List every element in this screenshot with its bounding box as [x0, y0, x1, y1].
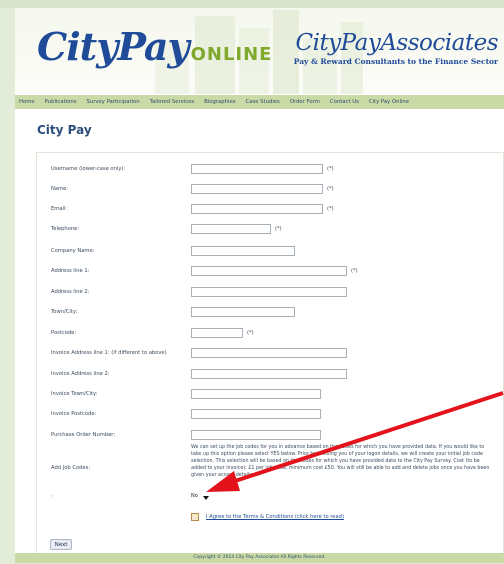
nav-case-studies[interactable]: Case Studies — [241, 99, 285, 105]
invoice-town-city-label: Invoice Town/City: — [51, 391, 98, 397]
invoice-address-line1-label: Invoice Address line 1: (if different to… — [51, 350, 167, 356]
address-required-marker: (*) — [351, 268, 358, 274]
nav-city-pay-online[interactable]: City Pay Online — [364, 99, 414, 105]
header-banner: CityPay ONLINE CityPayAssociates Pay & Re… — [15, 8, 504, 94]
select-label: : — [51, 494, 53, 500]
name-input[interactable] — [191, 184, 323, 194]
browser-top-strip — [0, 0, 504, 8]
username-required-marker: (*) — [327, 166, 334, 172]
job-codes-description: We can set up the job codes for you in a… — [191, 445, 490, 478]
invoice-address-line1-input[interactable] — [191, 348, 347, 358]
telephone-required-marker: (*) — [275, 226, 282, 232]
company-name-label: Company Name: — [51, 248, 95, 254]
address-line1-input[interactable] — [191, 266, 347, 276]
name-required-marker: (*) — [327, 186, 334, 192]
next-button[interactable]: Next — [50, 539, 72, 550]
email-label: Email: — [51, 206, 68, 212]
invoice-town-city-input[interactable] — [191, 389, 321, 399]
add-job-codes-label: Add Job Codes: — [51, 465, 91, 471]
name-label: Name: — [51, 186, 69, 192]
town-city-input[interactable] — [191, 307, 295, 317]
terms-link[interactable]: I Agree to the Terms & Conditions (click… — [206, 514, 344, 520]
postcode-label: Postcode: — [51, 330, 77, 336]
nav-contact-us[interactable]: Contact Us — [325, 99, 364, 105]
associates-tagline: Pay & Reward Consultants to the Finance … — [293, 57, 498, 66]
job-codes-select[interactable]: No — [191, 493, 209, 501]
address-line1-label: Address line 1: — [51, 268, 90, 274]
nav-tailored-services[interactable]: Tailored Services — [145, 99, 200, 105]
email-required-marker: (*) — [327, 206, 334, 212]
footer: Copyright © 2014 City Pay Associates All… — [15, 553, 504, 563]
postcode-input[interactable] — [191, 328, 243, 338]
email-input[interactable] — [191, 204, 323, 214]
nav-order-form[interactable]: Order Form — [285, 99, 325, 105]
invoice-address-line2-label: Invoice Address line 2: — [51, 371, 110, 377]
main-nav: Home Publications Survey Participation T… — [15, 95, 504, 109]
nav-home[interactable]: Home — [15, 99, 40, 105]
invoice-postcode-input[interactable] — [191, 409, 321, 419]
logo-main-text: CityPay — [37, 24, 190, 69]
page-title: City Pay — [37, 123, 92, 137]
terms-checkbox[interactable] — [191, 513, 199, 521]
username-input[interactable] — [191, 164, 323, 174]
job-codes-select-value: No — [191, 493, 198, 499]
telephone-input[interactable] — [191, 224, 271, 234]
address-line2-label: Address line 2: — [51, 289, 90, 295]
nav-biographies[interactable]: Biographies — [199, 99, 240, 105]
town-city-label: Town/City: — [51, 309, 78, 315]
citypay-associates-logo[interactable]: CityPayAssociates Pay & Reward Consultan… — [293, 30, 499, 66]
purchase-order-number-input[interactable] — [191, 430, 321, 440]
invoice-address-line2-input[interactable] — [191, 369, 347, 379]
telephone-label: Telephone: — [51, 226, 80, 232]
citypay-online-logo[interactable]: CityPay ONLINE — [37, 24, 272, 69]
registration-form: Username (lower-case only): (*) Name: (*… — [36, 152, 504, 564]
associates-logo-text: CityPayAssociates — [295, 30, 498, 56]
postcode-required-marker: (*) — [247, 330, 254, 336]
company-name-input[interactable] — [191, 246, 295, 256]
purchase-order-number-label: Purchase Order Number: — [51, 432, 116, 438]
address-line2-input[interactable] — [191, 287, 347, 297]
chevron-down-icon[interactable] — [203, 496, 209, 500]
page-frame: CityPay ONLINE CityPayAssociates Pay & Re… — [15, 8, 504, 564]
invoice-postcode-label: Invoice Postcode: — [51, 411, 97, 417]
nav-publications[interactable]: Publications — [40, 99, 82, 105]
username-label: Username (lower-case only): — [51, 166, 126, 172]
nav-survey-participation[interactable]: Survey Participation — [81, 99, 144, 105]
logo-online-text: ONLINE — [190, 44, 273, 65]
